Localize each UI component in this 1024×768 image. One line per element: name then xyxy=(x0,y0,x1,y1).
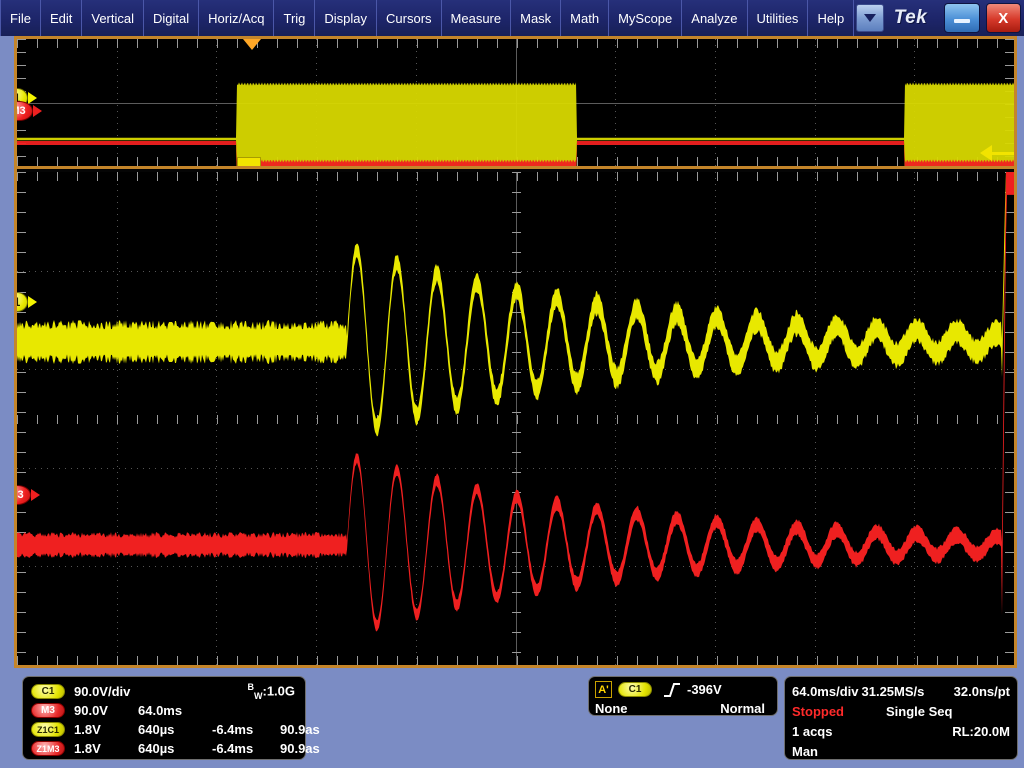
marker-main-m3[interactable]: M3 xyxy=(17,485,40,505)
trigger-position-marker[interactable] xyxy=(243,39,261,50)
trigger-mode: Normal xyxy=(720,701,771,716)
marker-main-c1-arrow xyxy=(28,296,37,308)
close-button[interactable]: X xyxy=(986,3,1021,33)
menu-item-myscope[interactable]: MyScope xyxy=(609,0,682,36)
menu-bar: File Edit Vertical Digital Horiz/Acq Tri… xyxy=(0,0,1024,36)
menu-item-measure[interactable]: Measure xyxy=(442,0,512,36)
acq-sample-rate: 31.25MS/s xyxy=(862,684,925,699)
c1-scale: 90.0V/div xyxy=(74,684,138,699)
minimize-button[interactable] xyxy=(944,3,979,33)
channel-pill-c1[interactable]: C1 xyxy=(31,684,65,699)
z1c1-scale: 1.8V xyxy=(74,722,138,737)
channel-pill-z1c1[interactable]: Z1C1 xyxy=(31,722,65,737)
trigger-a-event-label: A xyxy=(598,684,606,696)
rising-edge-icon xyxy=(663,682,681,698)
channel-pill-z1m3[interactable]: Z1M3 xyxy=(31,741,65,756)
channel-readout-panel[interactable]: BW:1.0G C1 90.0V/div M3 90.0V 64.0ms Z1C… xyxy=(22,676,306,760)
trigger-a-event-prime: ' xyxy=(606,684,609,696)
trigger-row-primary: A' C1 -396V xyxy=(595,680,771,699)
channel-pill-m3[interactable]: M3 xyxy=(31,703,65,718)
menu-item-file[interactable]: File xyxy=(0,0,41,36)
menu-item-horiz-acq[interactable]: Horiz/Acq xyxy=(199,0,274,36)
acq-count: 1 acqs xyxy=(792,724,832,739)
graticule: 1 M3 1 M3 xyxy=(17,39,1014,665)
bandwidth-value: :1.0G xyxy=(262,683,295,698)
z1m3-position: -6.4ms xyxy=(212,741,280,756)
readout-row-z1c1[interactable]: Z1C1 1.8V 640µs -6.4ms 90.9as xyxy=(31,720,297,739)
marker-main-c1[interactable]: 1 xyxy=(17,292,37,312)
chevron-down-icon xyxy=(864,14,876,22)
acq-row-count: 1 acqs RL:20.0M xyxy=(792,721,1010,741)
acq-run-state: Stopped xyxy=(792,704,844,719)
readout-row-m3[interactable]: M3 90.0V 64.0ms xyxy=(31,701,297,720)
marker-main-m3-arrow xyxy=(31,489,40,501)
marker-zoom-m3[interactable]: M3 xyxy=(17,101,42,121)
trigger-level-line xyxy=(992,152,1014,155)
menu-item-math[interactable]: Math xyxy=(561,0,609,36)
trigger-readout-panel[interactable]: A' C1 -396V None Normal xyxy=(588,676,778,716)
z1m3-resolution: 90.9as xyxy=(280,741,344,756)
acq-trigger-mode: Man xyxy=(792,744,818,759)
marker-main-c1-badge: 1 xyxy=(17,292,28,312)
acq-row-trigger-mode: Man xyxy=(792,741,1010,761)
readout-row-z1m3[interactable]: Z1M3 1.8V 640µs -6.4ms 90.9as xyxy=(31,739,297,758)
z1m3-scale: 1.8V xyxy=(74,741,138,756)
z1m3-timebase: 640µs xyxy=(138,741,212,756)
trigger-level-arrow-icon xyxy=(980,145,992,161)
menu-item-digital[interactable]: Digital xyxy=(144,0,199,36)
menu-overflow-button[interactable] xyxy=(856,4,884,32)
tek-logo: Tek xyxy=(884,0,942,36)
menu-item-display[interactable]: Display xyxy=(315,0,377,36)
trigger-source-pill[interactable]: C1 xyxy=(618,682,652,697)
oscilloscope-app: File Edit Vertical Digital Horiz/Acq Tri… xyxy=(0,0,1024,768)
z1c1-resolution: 90.9as xyxy=(280,722,344,737)
acq-timebase: 64.0ms/div xyxy=(792,684,859,699)
acq-record-length: RL:20.0M xyxy=(952,724,1010,739)
main-window[interactable] xyxy=(17,172,1014,665)
marker-zoom-m3-badge: M3 xyxy=(17,101,33,121)
menu-item-vertical[interactable]: Vertical xyxy=(82,0,144,36)
trigger-level-value: -396V xyxy=(687,682,722,697)
zoom-overview-window[interactable] xyxy=(17,39,1014,169)
trigger-row-secondary: None Normal xyxy=(595,699,771,717)
m3-scale: 90.0V xyxy=(74,703,138,718)
m3-timebase: 64.0ms xyxy=(138,703,212,718)
acq-row-timebase: 64.0ms/div 31.25MS/s 32.0ns/pt xyxy=(792,681,1010,701)
main-window-waveforms xyxy=(17,172,1014,665)
z1c1-position: -6.4ms xyxy=(212,722,280,737)
acq-mode: Single Seq xyxy=(886,704,952,719)
trigger-holdoff: None xyxy=(595,701,628,716)
trigger-a-event-badge[interactable]: A' xyxy=(595,681,612,698)
bandwidth-readout: BW:1.0G xyxy=(247,682,295,701)
scope-display[interactable]: 1 M3 1 M3 xyxy=(14,36,1017,668)
menu-item-analyze[interactable]: Analyze xyxy=(682,0,747,36)
marker-zoom-m3-arrow xyxy=(33,105,42,117)
menu-item-utilities[interactable]: Utilities xyxy=(748,0,809,36)
menu-item-help[interactable]: Help xyxy=(808,0,854,36)
menu-item-edit[interactable]: Edit xyxy=(41,0,82,36)
menu-item-mask[interactable]: Mask xyxy=(511,0,561,36)
menu-item-trig[interactable]: Trig xyxy=(274,0,315,36)
trigger-level-arrow[interactable] xyxy=(980,145,1014,161)
zoom-region-box[interactable] xyxy=(237,157,261,168)
acq-row-state: Stopped Single Seq xyxy=(792,701,1010,721)
zoom-window-waveforms xyxy=(17,39,1014,169)
menu-item-cursors[interactable]: Cursors xyxy=(377,0,442,36)
marker-main-m3-badge: M3 xyxy=(17,485,31,505)
acquisition-readout-panel[interactable]: 64.0ms/div 31.25MS/s 32.0ns/pt Stopped S… xyxy=(784,676,1018,760)
acq-resolution: 32.0ns/pt xyxy=(954,684,1010,699)
z1c1-timebase: 640µs xyxy=(138,722,212,737)
minimize-icon xyxy=(954,19,970,23)
